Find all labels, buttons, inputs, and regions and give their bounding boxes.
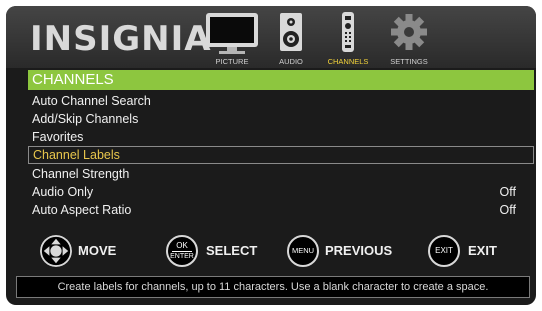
dpad-icon bbox=[40, 235, 72, 267]
tab-settings[interactable]: SETTINGS bbox=[386, 10, 432, 66]
menu-item-add-skip-channels[interactable]: Add/Skip Channels bbox=[28, 110, 534, 128]
previous-label: PREVIOUS bbox=[325, 243, 393, 258]
help-text-bar: Create labels for channels, up to 11 cha… bbox=[16, 276, 530, 298]
move-hint: MOVE bbox=[40, 234, 150, 268]
tv-menu-window: INSIGNIA PICTURE AUDIO CHANNELS SETTINGS… bbox=[6, 6, 536, 305]
tab-channels[interactable]: CHANNELS bbox=[324, 10, 372, 66]
ok-key-text: OK bbox=[176, 241, 188, 250]
ok-enter-button-icon: OK ENTER bbox=[166, 235, 198, 267]
menu-title: CHANNELS bbox=[28, 70, 534, 90]
exit-hint: EXIT EXIT bbox=[428, 234, 518, 268]
brand-logo: INSIGNIA bbox=[30, 19, 212, 59]
select-hint: OK ENTER SELECT bbox=[166, 234, 286, 268]
menu-item-auto-channel-search[interactable]: Auto Channel Search bbox=[28, 92, 534, 110]
tab-settings-label: SETTINGS bbox=[390, 57, 428, 66]
menu-header: INSIGNIA PICTURE AUDIO CHANNELS SETTINGS bbox=[6, 6, 536, 68]
menu-item-audio-only[interactable]: Audio Only Off bbox=[28, 183, 534, 201]
menu-item-favorites[interactable]: Favorites bbox=[28, 128, 534, 146]
button-legend: MOVE OK ENTER SELECT MENU PREVIOUS EXIT … bbox=[6, 234, 536, 268]
menu-item-auto-aspect-ratio[interactable]: Auto Aspect Ratio Off bbox=[28, 201, 534, 219]
menu-item-label: Favorites bbox=[32, 130, 84, 144]
tab-picture-label: PICTURE bbox=[215, 57, 249, 66]
tab-audio-label: AUDIO bbox=[279, 57, 303, 66]
menu-item-label: Channel Labels bbox=[33, 148, 120, 162]
tv-icon bbox=[206, 13, 258, 54]
select-label: SELECT bbox=[206, 243, 258, 258]
tab-channels-label: CHANNELS bbox=[327, 57, 369, 66]
menu-item-label: Audio Only bbox=[32, 185, 94, 199]
exit-button-icon: EXIT bbox=[428, 235, 460, 267]
menu-item-label: Channel Strength bbox=[32, 167, 130, 181]
menu-item-channel-labels[interactable]: Channel Labels bbox=[28, 146, 534, 164]
auto-aspect-ratio-value: Off bbox=[499, 203, 516, 217]
menu-item-channel-strength[interactable]: Channel Strength bbox=[28, 165, 534, 183]
speaker-icon bbox=[280, 13, 302, 51]
move-label: MOVE bbox=[78, 243, 117, 258]
tab-picture[interactable]: PICTURE bbox=[202, 10, 262, 66]
remote-icon bbox=[342, 12, 354, 52]
previous-hint: MENU PREVIOUS bbox=[287, 234, 417, 268]
menu-item-label: Auto Channel Search bbox=[32, 94, 151, 108]
menu-item-label: Auto Aspect Ratio bbox=[32, 203, 132, 217]
gear-icon bbox=[391, 14, 427, 50]
menu-button-icon: MENU bbox=[287, 235, 319, 267]
audio-only-value: Off bbox=[499, 185, 516, 199]
tab-audio[interactable]: AUDIO bbox=[274, 10, 308, 66]
enter-key-text: ENTER bbox=[170, 253, 194, 260]
menu-item-label: Add/Skip Channels bbox=[32, 112, 139, 126]
exit-label: EXIT bbox=[468, 243, 497, 258]
